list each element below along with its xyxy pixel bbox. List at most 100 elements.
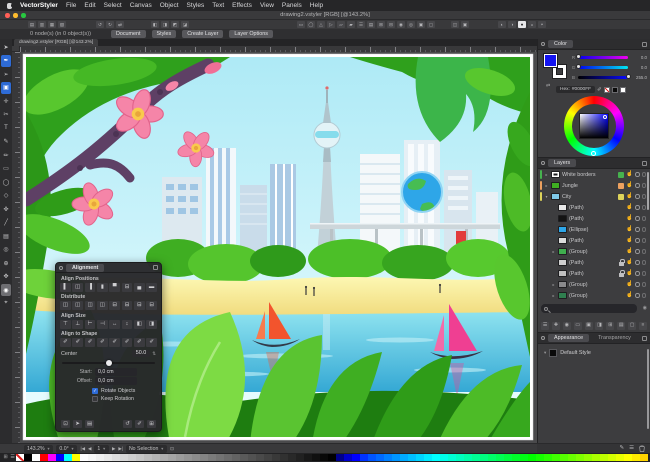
color-swatch[interactable] [192,454,200,461]
shape-align-4-icon[interactable]: ✐ [97,338,108,347]
touch-edit-icon[interactable]: ☝ [626,293,633,299]
default-style-row[interactable]: ▾ Default Style [538,344,650,357]
fill-stroke-wells[interactable] [544,54,568,78]
color-swatch[interactable] [248,454,256,461]
color-swatch[interactable] [144,454,152,461]
align-v-anchor-icon[interactable]: ▬ [146,283,157,292]
distribute-bottom-icon[interactable]: ⊟ [134,301,145,310]
menu-edit[interactable]: Edit [84,2,95,9]
color-swatch[interactable] [488,454,496,461]
target-icon[interactable] [642,249,647,254]
save-icon[interactable]: ▦ [48,21,56,28]
slider-knob[interactable] [626,74,631,79]
menu-select[interactable]: Select [104,2,122,9]
previous-page-button[interactable]: ◀ [88,446,91,452]
fill-color-well[interactable] [544,54,557,67]
color-swatch[interactable] [424,454,432,461]
expand-arrow-icon[interactable]: ▾ [544,194,549,199]
align-bottom-icon[interactable]: ▄ [134,283,145,292]
color-swatch[interactable] [480,454,488,461]
slider-knob[interactable] [576,64,581,69]
eyedropper-icon[interactable]: ✐ [597,87,602,93]
color-swatch[interactable] [400,454,408,461]
color-swatch[interactable] [56,454,64,461]
minimize-window-button[interactable] [13,13,18,18]
document-tab[interactable]: drawing2.vstyler [RGB] [@143.2%] [14,39,98,46]
page-select[interactable]: 1▼ [94,445,109,453]
color-swatch[interactable] [544,454,552,461]
color-swatch[interactable] [344,454,352,461]
layer-filter-icon[interactable]: ▤ [617,322,625,330]
group-icon[interactable]: ◧ [151,21,159,28]
shape-align-1-icon[interactable]: ✐ [60,338,71,347]
visibility-icon[interactable] [635,260,640,265]
color-swatch[interactable] [472,454,480,461]
fit-view-icon[interactable]: ⊡ [170,446,174,452]
tab-transparency[interactable]: Transparency [592,334,637,342]
color-swatch[interactable] [448,454,456,461]
shape-align-7-icon[interactable]: ✐ [134,338,145,347]
layer-row[interactable]: ▸(Group)☝ [538,246,650,257]
alignment-tab[interactable]: Alignment [66,264,104,272]
node-edit-tool[interactable]: ✒ [1,55,11,67]
menu-canvas[interactable]: Canvas [130,2,152,9]
color-swatch[interactable] [416,454,424,461]
color-swatch[interactable] [96,454,104,461]
target-icon[interactable] [642,282,647,287]
history-icon[interactable]: ⇄ [116,21,124,28]
undo-icon[interactable]: ↺ [96,21,104,28]
zoom-tool[interactable]: ◉ [1,284,11,296]
keep-rotation-checkbox[interactable] [92,396,98,402]
color-panel-header[interactable]: Color [538,39,650,50]
layer-row[interactable]: (Path)☝ [538,213,650,224]
layer-row[interactable]: (Ellipse)☝ [538,224,650,235]
layer-row[interactable]: ▾City☝ [538,191,650,202]
color-swatch[interactable] [232,454,240,461]
menu-vectorstyler[interactable]: VectorStyler [20,2,58,9]
new-group-icon[interactable]: ▣ [585,322,593,330]
align-left-icon[interactable]: ▌ [60,283,71,292]
next-page-button[interactable]: ▶ [112,446,115,452]
size-height-icon[interactable]: ↕ [122,320,133,329]
color-swatch[interactable] [176,454,184,461]
layer-row[interactable]: (Path)☝ [538,268,650,279]
filled-shape-icon[interactable]: ▰ [347,21,355,28]
visibility-icon[interactable] [635,172,640,177]
color-swatch[interactable] [296,454,304,461]
color-swatch[interactable] [624,454,632,461]
color-swatch[interactable] [280,454,288,461]
layer-menu-icon[interactable]: ☰ [541,322,549,330]
zoom-window-button[interactable] [21,13,26,18]
color-swatch[interactable] [584,454,592,461]
search-options-icon[interactable]: ◉ [643,305,647,311]
color-swatch[interactable] [568,454,576,461]
overprint-icon[interactable]: ◒ [528,21,536,28]
color-swatch[interactable] [392,454,400,461]
menu-help[interactable]: Help [310,2,323,9]
redo-icon[interactable]: ↻ [106,21,114,28]
snap-icon[interactable]: ◫ [451,21,459,28]
size-height-max-icon[interactable]: ⊣ [97,320,108,329]
appearance-panel-header[interactable]: Appearance Transparency [538,333,650,344]
text-tool[interactable]: T [1,122,11,134]
panel-menu-icon[interactable] [642,161,647,166]
distribute-gap-h-icon[interactable]: ◫ [97,301,108,310]
color-swatch[interactable] [136,454,144,461]
shape-align-5-icon[interactable]: ✐ [109,338,120,347]
touch-edit-icon[interactable]: ☝ [626,227,633,233]
color-swatch[interactable] [496,454,504,461]
layer-list-icon[interactable]: ≡ [639,322,647,330]
layers-scrollbar[interactable] [647,172,649,210]
distribute-center-v-icon[interactable]: ⊟ [122,301,133,310]
touch-edit-icon[interactable]: ☝ [626,183,633,189]
rotation-select[interactable]: 0.0°▼ [56,445,77,453]
new-mask-icon[interactable]: ▭ [574,322,582,330]
reset-alignment-icon[interactable]: ↺ [123,420,132,428]
clip-layer-icon[interactable]: ▢ [628,322,636,330]
expand-arrow-icon[interactable]: ▸ [551,293,556,298]
color-swatch[interactable] [512,454,520,461]
color-swatch[interactable] [120,454,128,461]
touch-edit-icon[interactable]: ☝ [626,194,633,200]
visibility-icon[interactable] [635,238,640,243]
align-h-anchor-icon[interactable]: ▮ [97,283,108,292]
